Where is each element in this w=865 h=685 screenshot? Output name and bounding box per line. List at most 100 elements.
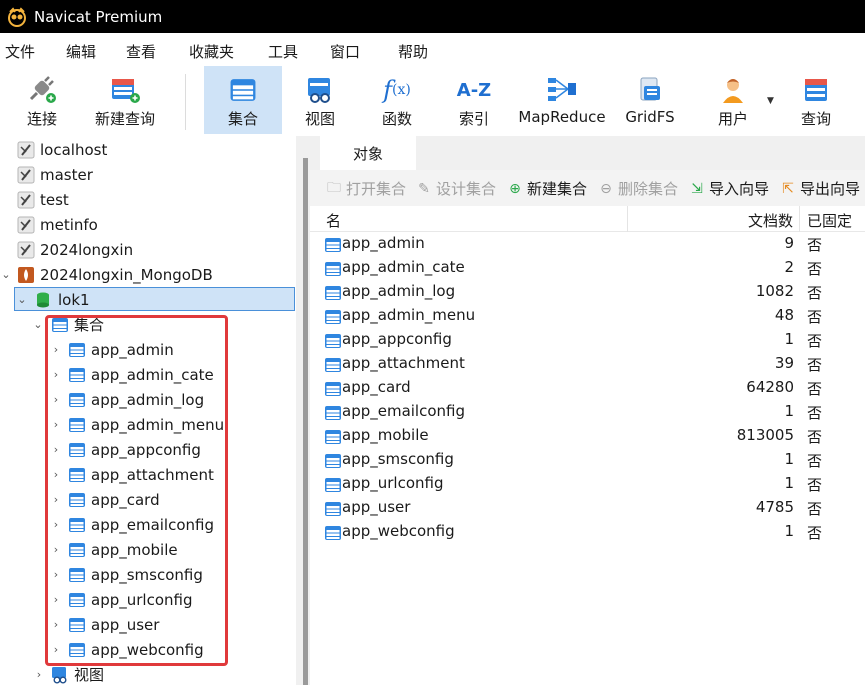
import-wizard-button[interactable]: ⇲ 导入向导 <box>689 178 769 199</box>
cell-name: app_webconfig <box>342 522 455 540</box>
gridfs-button[interactable]: GridFS <box>620 66 680 134</box>
cell-name: app_admin_menu <box>342 306 476 324</box>
objects-panel: 对象 🗀 打开集合 ✎ 设计集合 ⊕ 新建集合 ⊖ 删除集合 ⇲ 导入向导 ⇱ … <box>310 136 865 685</box>
view-button[interactable]: 视图 <box>290 66 350 134</box>
cell-pinned: 否 <box>807 284 823 302</box>
user-button[interactable]: 用户 <box>703 66 763 134</box>
table-row[interactable]: app_webconfig 1 否 <box>310 521 865 545</box>
tree-connection-2024longxin[interactable]: 2024longxin <box>0 237 296 262</box>
tree-connection-metinfo[interactable]: metinfo <box>0 212 296 237</box>
main-toolbar: 连接 新建查询 集合 视图 f (x) 函数 A-Z 索引 MapReduce … <box>0 66 865 134</box>
menu-tools[interactable]: 工具 <box>268 41 298 62</box>
cell-doc-count: 64280 <box>746 378 794 396</box>
collection-icon <box>324 236 342 254</box>
navicat-logo-icon <box>8 6 26 27</box>
folder-open-icon: 🗀 <box>327 179 341 196</box>
chevron-down-icon[interactable]: ⌄ <box>32 318 44 331</box>
new-query-button[interactable]: 新建查询 <box>92 66 158 134</box>
table-row[interactable]: app_smsconfig 1 否 <box>310 449 865 473</box>
table-row[interactable]: app_emailconfig 1 否 <box>310 401 865 425</box>
column-header-name[interactable]: 名 <box>326 210 341 231</box>
column-header-docs[interactable]: 文档数 <box>748 210 793 231</box>
tree-database-lok1[interactable]: ⌄ lok1 <box>0 287 296 312</box>
tree-connection-localhost[interactable]: localhost <box>0 137 296 162</box>
mapreduce-button[interactable]: MapReduce <box>515 66 609 134</box>
tree-connection-2024longxin-mongodb[interactable]: ⌄ 2024longxin_MongoDB <box>0 262 296 287</box>
menu-view[interactable]: 查看 <box>126 41 156 62</box>
table-row[interactable]: app_admin 9 否 <box>310 233 865 257</box>
menu-edit[interactable]: 编辑 <box>66 41 96 62</box>
connection-icon <box>17 166 35 184</box>
delete-collection-button[interactable]: ⊖ 删除集合 <box>598 178 678 199</box>
tab-strip: 对象 <box>310 136 865 170</box>
mapreduce-label: MapReduce <box>518 108 606 126</box>
chevron-down-icon[interactable]: ⌄ <box>16 293 28 306</box>
column-header-pinned[interactable]: 已固定 <box>807 210 852 231</box>
tree-connection-master[interactable]: master <box>0 162 296 187</box>
collection-icon <box>324 524 342 542</box>
import-icon: ⇲ <box>691 180 703 197</box>
cell-pinned: 否 <box>807 236 823 254</box>
tab-objects[interactable]: 对象 <box>320 136 416 170</box>
index-button[interactable]: A-Z 索引 <box>444 66 504 134</box>
connection-icon <box>17 216 35 234</box>
chevron-right-icon[interactable]: › <box>33 668 45 681</box>
new-collection-label: 新建集合 <box>527 180 588 198</box>
collection-icon <box>324 260 342 278</box>
export-wizard-button[interactable]: ⇱ 导出向导 <box>780 178 860 199</box>
tree-label: test <box>40 190 69 209</box>
tree-label: 视图 <box>74 666 105 684</box>
connect-button[interactable]: 连接 <box>12 66 72 134</box>
user-icon <box>718 74 748 106</box>
column-divider[interactable] <box>627 206 628 232</box>
gridfs-icon <box>635 74 665 106</box>
menu-help[interactable]: 帮助 <box>398 41 428 62</box>
collection-button[interactable]: 集合 <box>204 66 282 134</box>
function-button[interactable]: f (x) 函数 <box>367 66 427 134</box>
menu-bar: 文件 编辑 查看 收藏夹 工具 窗口 帮助 <box>0 33 865 66</box>
collection-icon <box>324 284 342 302</box>
table-row[interactable]: app_attachment 39 否 <box>310 353 865 377</box>
design-collection-button[interactable]: ✎ 设计集合 <box>416 178 496 199</box>
tree-connection-test[interactable]: test <box>0 187 296 212</box>
panel-splitter[interactable] <box>296 136 310 685</box>
pencil-icon: ✎ <box>418 180 430 197</box>
cell-doc-count: 1082 <box>755 282 794 300</box>
chevron-down-icon[interactable]: ⌄ <box>0 268 12 281</box>
query-button[interactable]: 查询 <box>786 66 846 134</box>
cell-doc-count: 1 <box>784 522 794 540</box>
menu-file[interactable]: 文件 <box>5 41 35 62</box>
cell-pinned: 否 <box>807 356 823 374</box>
table-row[interactable]: app_admin_menu 48 否 <box>310 305 865 329</box>
cell-name: app_attachment <box>342 354 465 372</box>
cell-pinned: 否 <box>807 524 823 542</box>
collection-icon <box>324 308 342 326</box>
table-row[interactable]: app_urlconfig 1 否 <box>310 473 865 497</box>
new-collection-button[interactable]: ⊕ 新建集合 <box>507 178 587 199</box>
table-row[interactable]: app_admin_log 1082 否 <box>310 281 865 305</box>
new-query-icon <box>108 74 142 106</box>
cell-pinned: 否 <box>807 452 823 470</box>
menu-favorites[interactable]: 收藏夹 <box>189 41 234 62</box>
collection-icon <box>324 404 342 422</box>
cell-name: app_admin_cate <box>342 258 465 276</box>
menu-window[interactable]: 窗口 <box>330 41 360 62</box>
cell-name: app_user <box>342 498 411 516</box>
table-row[interactable]: app_user 4785 否 <box>310 497 865 521</box>
mapreduce-icon <box>546 74 578 106</box>
new-query-label: 新建查询 <box>94 110 155 128</box>
tree-label: master <box>40 165 93 184</box>
table-row[interactable]: app_appconfig 1 否 <box>310 329 865 353</box>
scrollbar-thumb[interactable] <box>303 158 308 685</box>
user-dropdown-caret-icon[interactable]: ▼ <box>767 96 774 106</box>
table-row[interactable]: app_mobile 813005 否 <box>310 425 865 449</box>
cell-pinned: 否 <box>807 428 823 446</box>
cell-pinned: 否 <box>807 308 823 326</box>
collection-icon <box>324 356 342 374</box>
connection-icon <box>17 141 35 159</box>
collection-label: 集合 <box>227 110 258 128</box>
table-row[interactable]: app_card 64280 否 <box>310 377 865 401</box>
open-collection-button[interactable]: 🗀 打开集合 <box>326 178 406 199</box>
table-row[interactable]: app_admin_cate 2 否 <box>310 257 865 281</box>
column-divider[interactable] <box>799 206 800 232</box>
